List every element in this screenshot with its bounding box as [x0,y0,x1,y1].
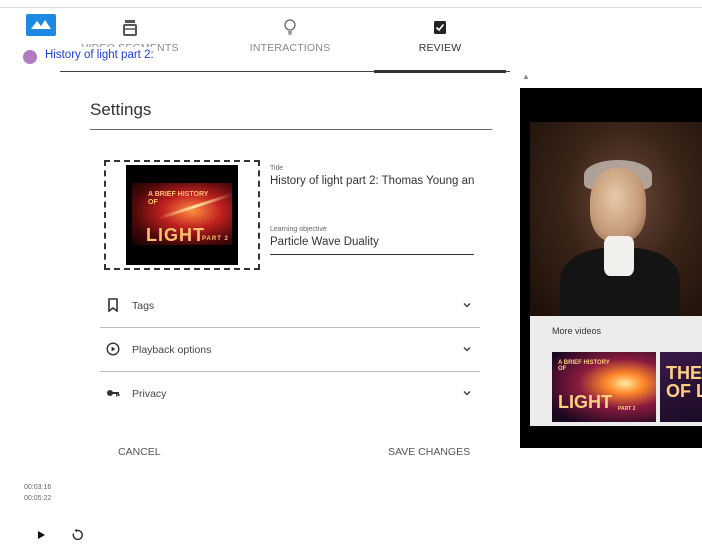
replay-icon[interactable] [70,528,84,542]
thumbnail-text: LIGHT [558,392,612,412]
thumbnail-text: THE OF L [666,363,702,401]
video-thumbnail: A BRIEF HISTORY OF LIGHT PART 2 [126,165,238,265]
save-changes-button[interactable]: SAVE CHANGES [388,446,470,458]
accordion-label: Playback options [132,344,212,356]
play-icon[interactable] [36,530,46,540]
more-videos-panel: More videos A BRIEF HISTORY OF LIGHT PART… [530,316,702,426]
title-input[interactable]: History of light part 2: Thomas Young an [270,172,474,197]
current-time: 00:03:16 [24,484,52,491]
more-videos-label: More videos [552,326,602,336]
bookmark-icon [108,298,118,312]
page-title: Settings [90,100,492,130]
video-frame [530,122,702,328]
thumbnail-text: A BRIEF HISTORY [148,191,209,198]
accordion-playback-options[interactable]: Playback options [100,328,480,372]
logo-icon [31,20,51,29]
thumbnail-text: OF [148,199,158,206]
tab-label: REVIEW [418,42,462,54]
scroll-up-arrow[interactable]: ▲ [522,72,530,86]
thumbnail-text: LIGHT [146,225,205,245]
tab-interactions[interactable]: INTERACTIONS [220,10,360,72]
thumbnail-text: PART 2 [618,406,636,412]
preview-video-title[interactable]: History of light part 2: [42,47,157,67]
accordion-tags[interactable]: Tags [100,284,480,328]
accordion-label: Tags [132,300,155,312]
settings-panel: Settings [90,100,492,130]
tab-label: INTERACTIONS [249,42,331,54]
thumbnail-text: PART 2 [202,236,229,242]
title-field[interactable]: Title History of light part 2: Thomas Yo… [270,165,474,197]
more-video-thumbnail[interactable]: A BRIEF HISTORY OF LIGHT PART 2 [552,352,656,422]
thumbnail-upload[interactable]: A BRIEF HISTORY OF LIGHT PART 2 [104,160,260,270]
more-video-thumbnail[interactable]: THE OF L [660,352,702,422]
channel-avatar [22,49,38,65]
accordion-label: Privacy [132,388,167,400]
cancel-button[interactable]: CANCEL [118,446,161,458]
objective-field[interactable]: Learning objective Particle Wave Duality [270,226,474,255]
clapperboard-icon [123,20,137,36]
chevron-down-icon[interactable] [462,300,472,310]
checkbox-icon [434,21,446,34]
accordion-privacy[interactable]: Privacy [100,372,480,416]
chevron-down-icon[interactable] [462,388,472,398]
lightbulb-icon [284,19,296,35]
top-border [0,0,702,8]
key-icon [107,390,120,397]
objective-input[interactable]: Particle Wave Duality [270,233,474,254]
video-preview: More videos A BRIEF HISTORY OF LIGHT PART… [520,88,702,448]
tab-review[interactable]: REVIEW [370,10,510,73]
objective-field-label: Learning objective [270,226,327,233]
app-logo[interactable] [26,14,56,36]
play-circle-icon [106,342,120,356]
total-time: 00:05:22 [24,495,52,502]
chevron-down-icon[interactable] [462,344,472,354]
thumbnail-text: OF [558,366,567,372]
title-field-label: Title [270,165,283,172]
